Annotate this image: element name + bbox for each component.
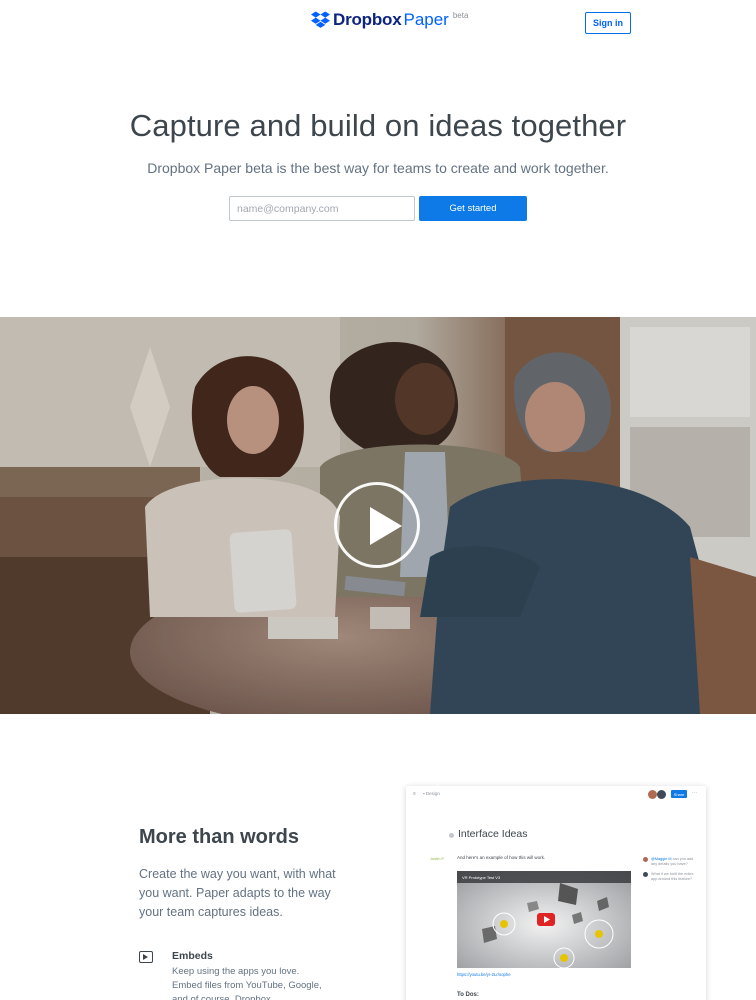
features-title: More than words	[139, 826, 300, 848]
embeds-description: Keep using the apps you love. Embed file…	[172, 966, 322, 1000]
logo-product-name: Paper	[403, 10, 449, 29]
mockup-embedded-video: VR Prototype Test V3	[457, 871, 631, 968]
beta-badge: beta	[452, 11, 469, 20]
email-input[interactable]	[229, 196, 415, 221]
promo-video[interactable]	[0, 317, 756, 714]
mockup-video-link: https://youtu.be/yr-2Lr/oophe	[457, 972, 511, 977]
video-embed-icon	[139, 951, 153, 963]
mockup-video-title: VR Prototype Test V3	[462, 875, 501, 880]
mockup-todos-heading: To Dos:	[457, 992, 479, 998]
mockup-share-button: Share	[671, 790, 687, 798]
avatar	[657, 790, 666, 799]
play-icon[interactable]	[334, 482, 420, 568]
dropbox-paper-logo[interactable]: Dropbox Paper beta	[311, 10, 468, 30]
get-started-button[interactable]: Get started	[419, 196, 527, 221]
comment-text: What if we built the entire app around t…	[651, 872, 694, 881]
mockup-comment: What if we built the entire app around t…	[643, 872, 699, 882]
embeds-title: Embeds	[172, 950, 213, 962]
sign-in-button[interactable]: Sign in	[585, 12, 631, 34]
dropbox-logo-icon	[311, 11, 330, 28]
features-description: Create the way you want, with what you w…	[139, 867, 336, 919]
comment-mention: @Maggie M	[651, 857, 672, 861]
avatar	[648, 790, 657, 799]
mockup-toolbar: ≡ ▪ Design Share ···	[406, 786, 706, 804]
mockup-breadcrumb: ▪ Design	[423, 791, 440, 796]
mockup-author-tag: Justin F.	[430, 856, 445, 861]
more-icon: ···	[692, 790, 697, 796]
doc-emoji-icon	[449, 833, 454, 838]
paper-doc-mockup: ≡ ▪ Design Share ··· Interface Ideas Jus…	[406, 786, 706, 1000]
logo-wordmark: Dropbox	[333, 10, 402, 29]
mockup-comment: @Maggie M can you add any details you ha…	[643, 857, 699, 867]
avatar	[643, 857, 648, 862]
mockup-text-line: And here's an example of how this will w…	[457, 855, 546, 860]
hero-subtitle: Dropbox Paper beta is the best way for t…	[147, 160, 609, 176]
hero-title: Capture and build on ideas together	[129, 108, 627, 143]
site-header: Dropbox Paper beta Sign in	[0, 0, 756, 48]
mockup-doc-title: Interface Ideas	[458, 828, 528, 840]
avatar	[643, 872, 648, 877]
menu-icon: ≡	[413, 791, 416, 797]
